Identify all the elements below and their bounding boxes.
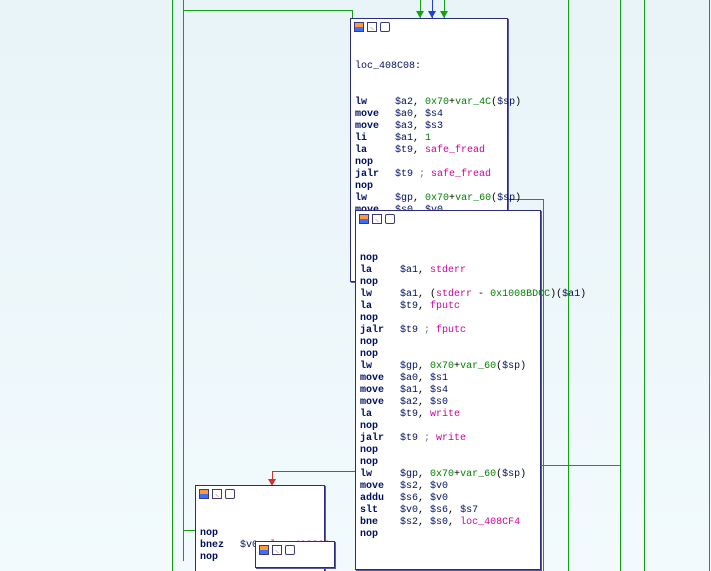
- color-icon[interactable]: [199, 489, 209, 499]
- chart-icon[interactable]: [372, 214, 382, 224]
- chart-icon[interactable]: [272, 545, 282, 555]
- color-icon[interactable]: [354, 22, 364, 32]
- green-edge: [352, 10, 353, 18]
- green-edge: [172, 0, 173, 571]
- green-edge: [183, 10, 352, 11]
- green-edge: [709, 0, 710, 571]
- green-edge: [543, 199, 544, 571]
- arrow-blue: [428, 11, 436, 18]
- green-edge: [183, 0, 184, 561]
- node-code: nopla$a1, stderrnoplw$a1, (stderr - 0x10…: [356, 227, 540, 569]
- bb-fputc-write[interactable]: nopla$a1, stderrnoplw$a1, (stderr - 0x10…: [355, 210, 541, 570]
- green-edge: [620, 0, 621, 571]
- chart-icon[interactable]: [367, 22, 377, 32]
- arrow-green: [440, 11, 448, 18]
- bb-next[interactable]: [255, 541, 335, 568]
- color-icon[interactable]: [259, 545, 269, 555]
- node-header: [356, 211, 540, 227]
- node-header: [256, 542, 334, 558]
- node-header: [351, 19, 507, 35]
- comment-icon[interactable]: [285, 545, 295, 555]
- node-header: [196, 486, 324, 502]
- node-code: [256, 558, 334, 564]
- color-icon[interactable]: [359, 214, 369, 224]
- green-edge: [644, 0, 645, 571]
- graph-canvas[interactable]: loc_408C08: lw$a2, 0x70+var_4C($sp)move$…: [0, 0, 711, 571]
- green-edge: [568, 0, 569, 571]
- comment-icon[interactable]: [380, 22, 390, 32]
- comment-icon[interactable]: [385, 214, 395, 224]
- chart-icon[interactable]: [212, 489, 222, 499]
- comment-icon[interactable]: [225, 489, 235, 499]
- arrow-green: [416, 11, 424, 18]
- block-label: loc_408C08:: [355, 61, 421, 72]
